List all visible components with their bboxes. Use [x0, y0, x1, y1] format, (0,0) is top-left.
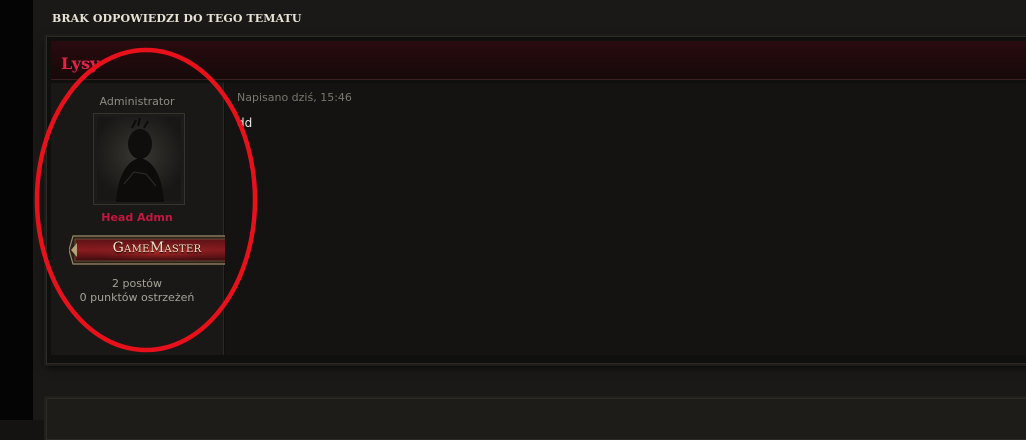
post-date[interactable]: Napisano dziś, 15:46: [237, 91, 352, 104]
left-dark-strip: [0, 0, 33, 420]
avatar-image-icon: [94, 114, 184, 204]
post-container: Lysy Administrator Head Admn GameMaster …: [46, 36, 1026, 364]
user-posts-count[interactable]: 2 postów: [51, 277, 223, 290]
bottom-panel: [46, 398, 1026, 440]
post-body-text: dd: [237, 116, 253, 130]
user-warning-points: 0 punktów ostrzeżeń: [79, 291, 195, 304]
post-author-bar: Lysy: [51, 41, 1026, 80]
post-content-area: Napisano dziś, 15:46 dd: [225, 83, 1026, 355]
user-info-column: Administrator Head Admn GameMaster 2 pos…: [51, 83, 245, 355]
rank-badge: GameMaster: [69, 231, 245, 269]
rank-badge-label: GameMaster: [112, 240, 202, 256]
user-avatar[interactable]: [93, 113, 185, 205]
author-name-link[interactable]: Lysy: [61, 54, 99, 73]
user-title-label: Head Admn: [101, 211, 173, 224]
user-group-label: Administrator: [99, 95, 175, 108]
topic-status-header: BRAK ODPOWIEDZI DO TEGO TEMATU: [52, 12, 302, 25]
